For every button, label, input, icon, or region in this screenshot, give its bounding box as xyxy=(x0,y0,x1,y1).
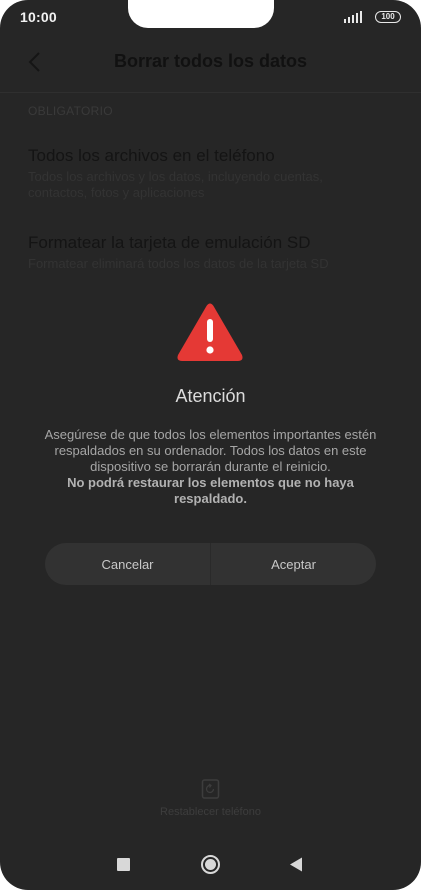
dialog-message-text: Asegúrese de que todos los elementos imp… xyxy=(44,427,377,474)
status-time: 10:00 xyxy=(20,9,57,25)
option-all-files-title[interactable]: Todos los archivos en el teléfono xyxy=(28,146,275,166)
phone-screen: 10:00 100 Borrar todos los datos OBLIGAT… xyxy=(0,0,421,890)
option-format-sd-title[interactable]: Formatear la tarjeta de emulación SD xyxy=(28,233,311,253)
home-icon[interactable] xyxy=(200,854,221,875)
option-format-sd-description: Formatear eliminará todos los datos de l… xyxy=(28,256,329,271)
option-all-files-description: Todos los archivos y los datos, incluyen… xyxy=(28,169,323,200)
warning-icon xyxy=(177,303,243,361)
reset-phone-label[interactable]: Restablecer teléfono xyxy=(0,806,421,818)
accept-button[interactable]: Aceptar xyxy=(210,543,376,585)
header-divider xyxy=(0,92,421,93)
recents-icon[interactable] xyxy=(117,858,130,871)
reset-phone-icon[interactable] xyxy=(201,779,220,799)
back-icon[interactable] xyxy=(289,857,303,872)
dialog-button-bar: Cancelar Aceptar xyxy=(45,543,376,585)
section-label: OBLIGATORIO xyxy=(28,104,113,118)
dialog-title: Atención xyxy=(175,386,246,406)
navigation-bar xyxy=(0,848,421,880)
status-bar: 10:00 100 xyxy=(0,0,421,36)
cancel-button[interactable]: Cancelar xyxy=(45,543,210,585)
page-title: Borrar todos los datos xyxy=(113,51,308,71)
camera-notch xyxy=(128,0,274,28)
dialog-message-warning: No podrá restaurar los elementos que no … xyxy=(67,475,354,506)
signal-icon xyxy=(344,11,362,23)
dialog-message: Asegúrese de que todos los elementos imp… xyxy=(40,427,381,507)
battery-icon: 100 xyxy=(375,11,401,23)
